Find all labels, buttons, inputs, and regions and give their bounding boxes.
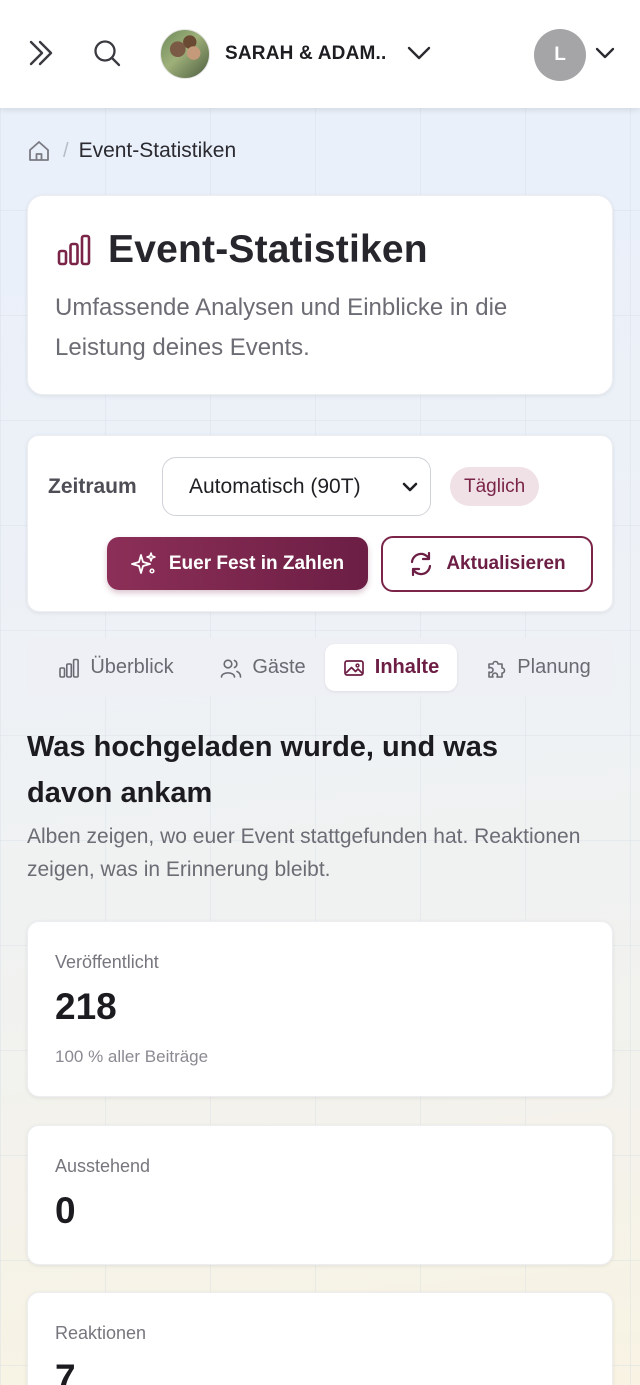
top-bar: SARAH & ADAM... L: [0, 0, 640, 108]
tab-guests-label: Gäste: [252, 656, 306, 678]
tab-planning[interactable]: Planung: [471, 644, 605, 691]
refresh-icon: [411, 551, 432, 577]
event-in-numbers-button[interactable]: Euer Fest in Zahlen: [107, 537, 368, 590]
sparkles-icon: [130, 551, 156, 574]
tab-overview-label: Überblick: [90, 656, 174, 678]
stat-card-published: Veröffentlicht 218 100 % aller Beiträge: [27, 921, 613, 1097]
tab-content[interactable]: Inhalte: [325, 644, 457, 691]
tab-overview[interactable]: Überblick: [41, 644, 191, 691]
section-title: Was hochgeladen wurde, und was davon ank…: [27, 731, 499, 809]
bar-chart-icon: [57, 234, 91, 266]
stat-subtext: 100 % aller Beiträge: [55, 1047, 209, 1066]
event-switcher[interactable]: SARAH & ADAM...: [160, 28, 387, 80]
tab-content-label: Inhalte: [374, 656, 440, 678]
breadcrumb-current: Event-Statistiken: [78, 139, 237, 162]
stat-label: Reaktionen: [55, 1323, 147, 1343]
zeitraum-select[interactable]: Automatisch (90T): [162, 457, 431, 516]
puzzle-icon: [488, 660, 506, 678]
chevron-down-icon: [595, 47, 615, 59]
breadcrumb-separator: /: [63, 139, 69, 162]
home-link[interactable]: [27, 139, 51, 163]
refresh-label: Aktualisieren: [446, 553, 566, 574]
expand-sidebar-button[interactable]: [22, 34, 60, 72]
stats-tabs: Überblick Gäste Inhalte Planung: [27, 638, 613, 697]
search-icon: [94, 40, 121, 67]
granularity-badge: Täglich: [450, 467, 540, 506]
user-avatar[interactable]: L: [534, 29, 586, 81]
bar-chart-icon: [59, 658, 80, 678]
stat-value: 218: [55, 986, 117, 1027]
home-icon: [29, 141, 49, 161]
event-name: SARAH & ADAM...: [225, 43, 387, 64]
refresh-button[interactable]: Aktualisieren: [381, 536, 593, 592]
page-title: Event-Statistiken: [108, 228, 428, 271]
user-menu-chevron[interactable]: [592, 40, 618, 66]
stat-value: 0: [55, 1190, 76, 1231]
event-in-numbers-label: Euer Fest in Zahlen: [168, 552, 345, 574]
zeitraum-label: Zeitraum: [48, 475, 137, 498]
page-header-card: Event-Statistiken Umfassende Analysen un…: [27, 195, 613, 395]
stat-card-reactions: Reaktionen 7: [27, 1292, 613, 1385]
event-avatar: [160, 29, 210, 79]
zeitraum-select-value: Automatisch (90T): [189, 474, 361, 498]
chevron-down-icon: [407, 46, 431, 60]
tab-guests[interactable]: Gäste: [201, 644, 325, 691]
section-description: Alben zeigen, wo euer Event stattgefunde…: [27, 825, 581, 881]
double-chevron-right-icon: [29, 40, 53, 66]
stat-label: Veröffentlicht: [55, 952, 159, 972]
stat-value: 7: [55, 1357, 76, 1385]
breadcrumb: / Event-Statistiken: [27, 136, 236, 166]
tab-planning-label: Planung: [517, 656, 591, 678]
stat-card-pending: Ausstehend 0: [27, 1125, 613, 1265]
event-switcher-chevron[interactable]: [404, 38, 434, 68]
image-icon: [343, 659, 364, 676]
page-description: Umfassende Analysen und Einblicke in die…: [55, 294, 508, 361]
users-icon: [221, 658, 242, 678]
filter-card: Zeitraum Automatisch (90T) Täglich Euer …: [27, 435, 613, 612]
search-button[interactable]: [88, 34, 126, 72]
chevron-down-icon: [402, 482, 418, 492]
stat-label: Ausstehend: [55, 1156, 151, 1176]
